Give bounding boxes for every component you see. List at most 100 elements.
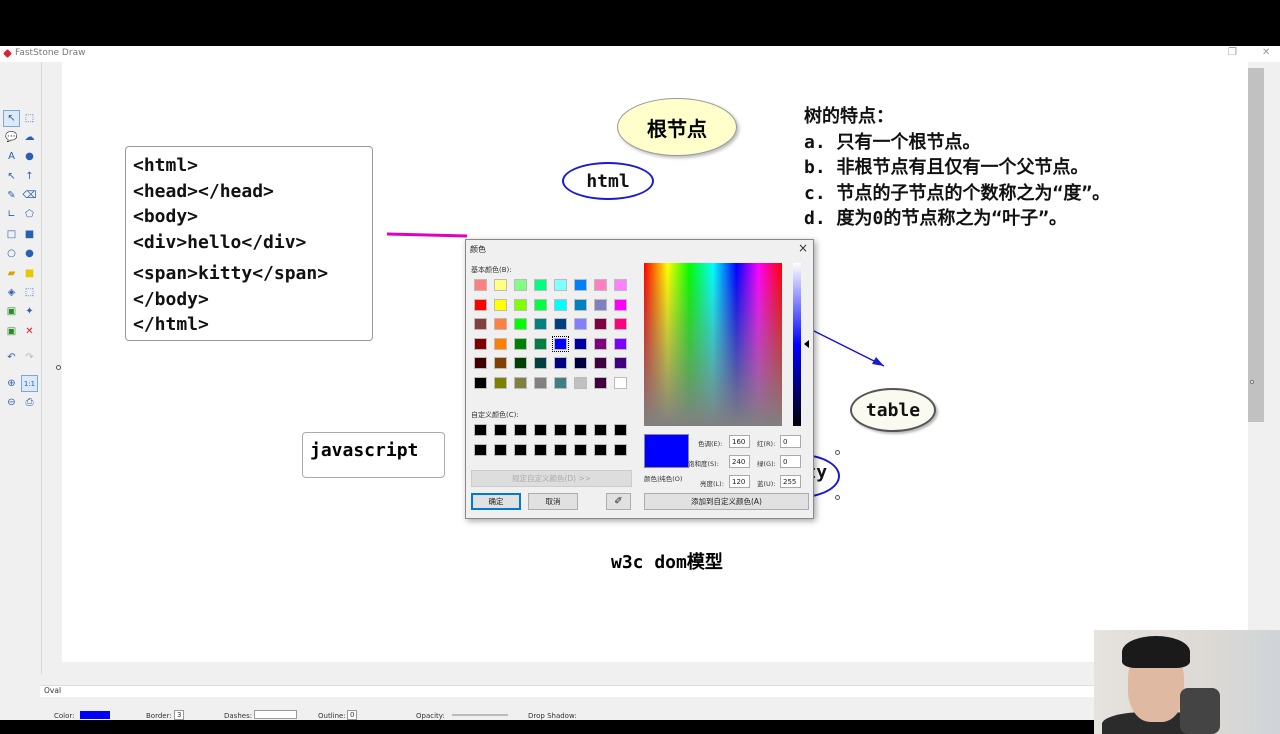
basic-color-swatch[interactable]: [574, 318, 587, 330]
border-field[interactable]: 3: [174, 710, 185, 720]
marquee-tool-icon[interactable]: ⬚: [21, 110, 38, 127]
image-tool-icon[interactable]: ▣: [3, 303, 20, 320]
basic-color-swatch[interactable]: [574, 376, 587, 389]
basic-color-swatch[interactable]: [514, 357, 527, 369]
basic-color-swatch[interactable]: [534, 279, 547, 291]
magic-select-icon[interactable]: ⬚: [21, 284, 38, 301]
luminance-arrow-icon[interactable]: [804, 340, 809, 348]
basic-color-swatch[interactable]: [554, 318, 567, 330]
luminance-field[interactable]: 120: [729, 475, 750, 488]
page-handle[interactable]: [1250, 380, 1254, 384]
basic-color-swatch[interactable]: [574, 337, 587, 350]
red-field[interactable]: 0: [780, 435, 801, 448]
custom-color-swatch[interactable]: [494, 444, 507, 456]
excel-icon[interactable]: ▣: [3, 323, 20, 340]
tree-notes[interactable]: 树的特点： a. 只有一个根节点。 b. 非根节点有且仅有一个父节点。 c. 节…: [804, 104, 1110, 232]
root-node-callout[interactable]: 根节点: [617, 98, 737, 156]
custom-color-swatch[interactable]: [494, 424, 507, 436]
custom-color-swatch[interactable]: [614, 424, 627, 436]
basic-color-swatch[interactable]: [514, 298, 527, 311]
custom-color-swatch[interactable]: [474, 424, 487, 436]
step-number-icon[interactable]: ●: [21, 148, 38, 165]
custom-color-swatch[interactable]: [514, 444, 527, 456]
basic-color-swatch[interactable]: [594, 376, 607, 389]
ok-button[interactable]: 确定: [471, 493, 521, 510]
arrow-tool-icon[interactable]: ↖: [3, 168, 20, 185]
javascript-box[interactable]: javascript: [302, 432, 445, 478]
zoom-out-icon[interactable]: ⊖: [3, 394, 20, 411]
text-tool-icon[interactable]: A: [3, 148, 20, 165]
outline-field[interactable]: 0: [347, 710, 358, 720]
basic-color-swatch[interactable]: [594, 279, 607, 291]
custom-color-swatch[interactable]: [574, 444, 587, 456]
html-code-box[interactable]: <html> <head></head> <body> <div>hello</…: [125, 146, 373, 341]
basic-color-swatch[interactable]: [594, 318, 607, 330]
basic-color-swatch[interactable]: [494, 337, 507, 350]
basic-color-swatch[interactable]: [614, 298, 627, 311]
custom-color-swatch[interactable]: [614, 444, 627, 456]
basic-color-swatch[interactable]: [474, 298, 487, 311]
custom-color-swatch[interactable]: [554, 444, 567, 456]
custom-color-swatch[interactable]: [514, 424, 527, 436]
select-tool-icon[interactable]: ↖: [3, 110, 20, 127]
scroll-thumb[interactable]: [1248, 68, 1264, 422]
selection-handle[interactable]: [835, 450, 840, 455]
custom-color-swatch[interactable]: [534, 444, 547, 456]
basic-color-swatch[interactable]: [614, 337, 627, 350]
define-custom-colors-button[interactable]: 规定自定义颜色(D) >>: [471, 470, 632, 487]
basic-color-swatch[interactable]: [614, 279, 627, 291]
redo-icon[interactable]: ↷: [21, 349, 38, 366]
basic-color-swatch[interactable]: [614, 318, 627, 330]
custom-color-swatch[interactable]: [594, 424, 607, 436]
color-spectrum[interactable]: [644, 263, 782, 426]
filled-rect-icon[interactable]: ■: [21, 226, 38, 243]
html-node[interactable]: html: [562, 162, 654, 200]
up-arrow-icon[interactable]: ↑: [21, 168, 38, 185]
green-field[interactable]: 0: [780, 455, 801, 468]
basic-color-swatch[interactable]: [554, 298, 567, 311]
table-node[interactable]: table: [850, 388, 936, 432]
dashes-dropdown[interactable]: [254, 710, 297, 719]
highlighter-icon[interactable]: ▰: [3, 265, 20, 282]
basic-color-swatch[interactable]: [514, 376, 527, 389]
add-to-custom-colors-button[interactable]: 添加到自定义颜色(A): [644, 493, 809, 510]
basic-color-swatch[interactable]: [574, 298, 587, 311]
restore-icon[interactable]: ❐: [1228, 47, 1237, 58]
custom-color-swatch[interactable]: [594, 444, 607, 456]
ellipse-tool-icon[interactable]: ○: [3, 245, 20, 262]
basic-color-swatch[interactable]: [534, 337, 547, 350]
basic-color-swatch[interactable]: [552, 335, 569, 352]
blue-field[interactable]: 255: [780, 475, 801, 488]
fill-tool-icon[interactable]: ◈: [3, 284, 20, 301]
basic-color-swatch[interactable]: [534, 298, 547, 311]
basic-color-swatch[interactable]: [614, 357, 627, 369]
saturation-field[interactable]: 240: [729, 455, 750, 468]
basic-color-swatch[interactable]: [494, 318, 507, 330]
close-window-icon[interactable]: ✕: [1262, 47, 1270, 58]
basic-color-swatch[interactable]: [534, 318, 547, 330]
basic-color-swatch[interactable]: [514, 337, 527, 350]
basic-color-swatch[interactable]: [474, 337, 487, 350]
print-icon[interactable]: ⎙: [21, 394, 38, 411]
custom-color-swatch[interactable]: [574, 424, 587, 436]
basic-color-swatch[interactable]: [474, 279, 487, 291]
pen-tool-icon[interactable]: ✎: [3, 187, 20, 204]
actual-size-icon[interactable]: 1:1: [21, 375, 38, 392]
color-swatch[interactable]: [80, 711, 110, 719]
custom-color-swatch[interactable]: [554, 424, 567, 436]
basic-color-swatch[interactable]: [474, 357, 487, 369]
selection-handle[interactable]: [835, 495, 840, 500]
cancel-button[interactable]: 取消: [528, 493, 578, 510]
basic-color-swatch[interactable]: [494, 279, 507, 291]
custom-color-swatch[interactable]: [474, 444, 487, 456]
basic-color-swatch[interactable]: [554, 357, 567, 369]
zoom-in-icon[interactable]: ⊕: [3, 375, 20, 392]
basic-color-swatch[interactable]: [494, 298, 507, 311]
filled-ellipse-icon[interactable]: ●: [21, 245, 38, 262]
model-caption[interactable]: w3c dom模型: [611, 548, 723, 574]
highlight-rect-icon[interactable]: ■: [21, 265, 38, 282]
basic-color-swatch[interactable]: [574, 279, 587, 291]
basic-color-swatch[interactable]: [534, 357, 547, 369]
stamp-tool-icon[interactable]: ✦: [21, 303, 38, 320]
page-handle[interactable]: [56, 365, 61, 370]
